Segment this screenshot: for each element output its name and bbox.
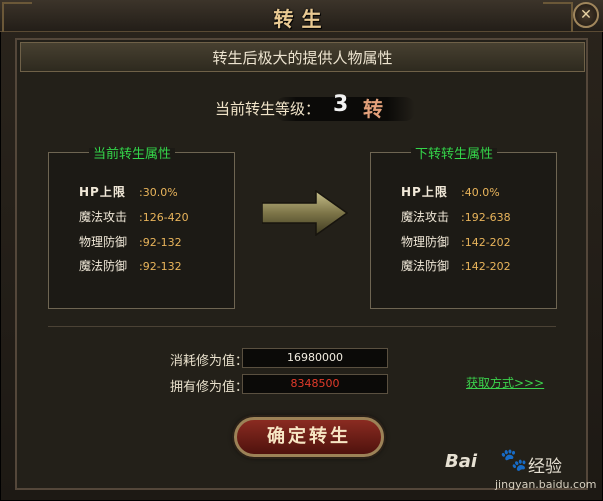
- banner-text: 转生后极大的提供人物属性: [212, 49, 393, 67]
- level-value: 3: [333, 92, 349, 117]
- consume-label: 消耗修为值：: [170, 354, 249, 369]
- title-bar: 转生 ✕: [0, 0, 603, 32]
- window-title: 转生: [273, 7, 330, 31]
- get-method-link[interactable]: 获取方式>>>: [466, 374, 544, 391]
- stat-label: 物理防御: [401, 235, 450, 249]
- close-icon: ✕: [580, 7, 592, 23]
- stat-label: 魔法攻击: [401, 210, 450, 224]
- next-attributes-title: 下转转生属性: [411, 148, 498, 162]
- confirm-transmigration-button[interactable]: 确定转生: [234, 417, 384, 457]
- level-unit: 转: [363, 97, 383, 121]
- stat-value: :126-420: [139, 211, 189, 224]
- stat-label: 物理防御: [79, 235, 128, 249]
- close-button[interactable]: ✕: [573, 2, 599, 28]
- arrow-right-icon: [262, 190, 348, 236]
- info-banner: 转生后极大的提供人物属性: [20, 42, 585, 72]
- stat-value: :40.0%: [461, 186, 500, 199]
- stat-value: :142-202: [461, 236, 511, 249]
- stat-row: HP上限 :30.0%: [79, 183, 178, 200]
- stat-row: 魔法攻击 :126-420: [79, 208, 189, 225]
- consume-value-field: 16980000: [242, 348, 388, 368]
- stat-value: :192-638: [461, 211, 511, 224]
- divider: [48, 326, 556, 327]
- stat-row: HP上限 :40.0%: [401, 183, 500, 200]
- own-value-field: 8348500: [242, 374, 388, 394]
- stat-value: :30.0%: [139, 186, 178, 199]
- stat-label: 魔法防御: [401, 259, 450, 273]
- watermark-brand: Bai: [445, 451, 478, 472]
- current-attributes-title: 当前转生属性: [89, 148, 176, 162]
- current-attributes-panel: 当前转生属性 HP上限 :30.0% 魔法攻击 :126-420 物理防御 :92-1…: [48, 148, 235, 309]
- stat-value: :92-132: [139, 260, 182, 273]
- watermark-url: jingyan.baidu.com: [495, 478, 597, 491]
- stat-value: :142-202: [461, 260, 511, 273]
- stat-label: HP上限: [401, 185, 448, 199]
- transmigration-level: 当前转生等级： 3 转: [215, 90, 415, 126]
- paw-icon: 🐾: [500, 448, 528, 473]
- level-label: 当前转生等级：: [215, 100, 321, 118]
- stat-label: 魔法攻击: [79, 210, 128, 224]
- stat-row: 魔法攻击 :192-638: [401, 208, 511, 225]
- stat-label: HP上限: [79, 185, 126, 199]
- stat-row: 魔法防御 :142-202: [401, 257, 511, 274]
- stat-value: :92-132: [139, 236, 182, 249]
- next-attributes-panel: 下转转生属性 HP上限 :40.0% 魔法攻击 :192-638 物理防御 :142-…: [370, 148, 557, 309]
- stat-row: 物理防御 :142-202: [401, 233, 511, 250]
- stat-label: 魔法防御: [79, 259, 128, 273]
- own-label: 拥有修为值：: [170, 380, 249, 395]
- stat-row: 魔法防御 :92-132: [79, 257, 182, 274]
- stat-row: 物理防御 :92-132: [79, 233, 182, 250]
- watermark-text: 经验: [528, 457, 562, 477]
